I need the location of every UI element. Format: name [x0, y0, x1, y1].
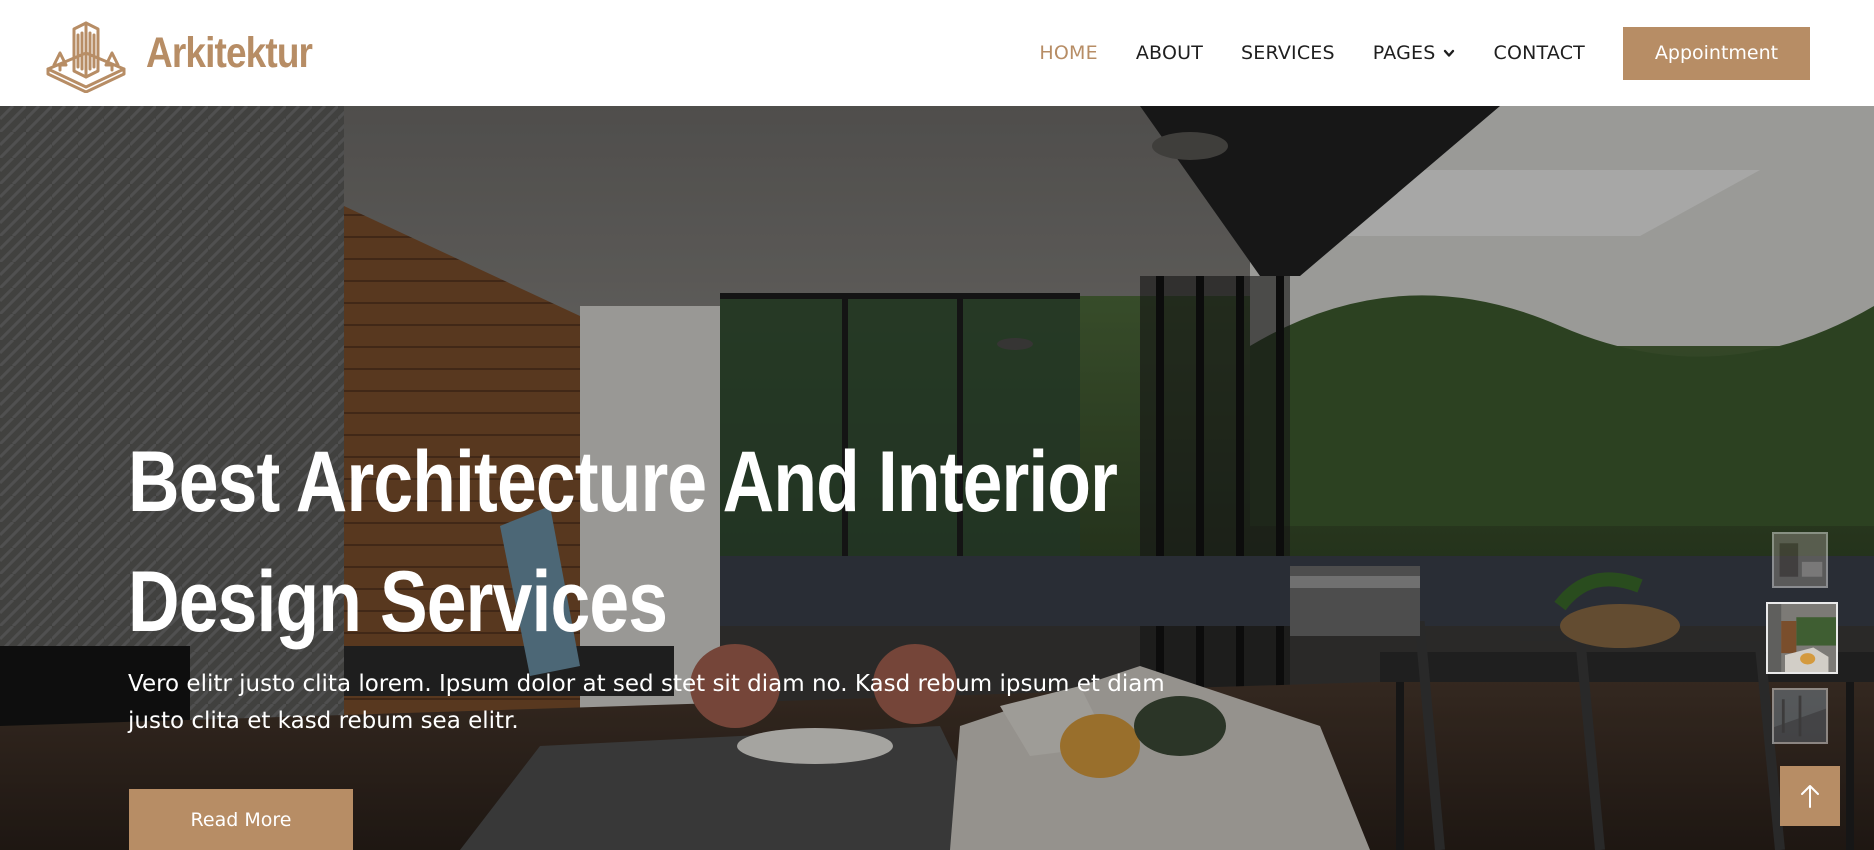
hero-title: Best Architecture And Interior Design Se… [128, 422, 1328, 662]
read-more-button[interactable]: Read More [129, 789, 353, 850]
brand-link[interactable]: Arkitektur [44, 13, 339, 93]
hero-description: Vero elitr justo clita lorem. Ipsum dolo… [128, 671, 1165, 734]
brand-name: Arkitektur [146, 28, 313, 77]
nav-home[interactable]: HOME [1039, 42, 1097, 64]
appointment-button[interactable]: Appointment [1623, 26, 1810, 80]
nav-contact[interactable]: CONTACT [1493, 42, 1585, 64]
chevron-down-icon [1444, 49, 1455, 57]
slide-thumbnail-1-image [1774, 534, 1826, 586]
hero-carousel: Best Architecture And Interior Design Se… [0, 106, 1874, 850]
slide-thumbnail-3[interactable] [1772, 688, 1828, 744]
main-nav: HOME ABOUT SERVICES PAGES CONTACT Appoin… [1039, 0, 1874, 106]
hero-title-line-1: Best Architecture And Interior [128, 434, 1118, 530]
arrow-up-icon [1801, 785, 1819, 808]
slide-thumbnail-1[interactable] [1772, 532, 1828, 588]
navbar: Arkitektur HOME ABOUT SERVICES PAGES CON… [0, 0, 1874, 106]
slide-thumbnail-2[interactable] [1766, 602, 1838, 674]
hero-title-line-2: Design Services [128, 554, 668, 650]
nav-pages-dropdown[interactable]: PAGES [1373, 42, 1456, 64]
building-icon [46, 21, 126, 93]
nav-about[interactable]: ABOUT [1136, 42, 1203, 64]
back-to-top-button[interactable] [1780, 766, 1840, 826]
nav-pages-label: PAGES [1372, 42, 1436, 64]
slide-thumbnail-2-image [1768, 604, 1836, 672]
slide-thumbnail-3-image [1774, 690, 1826, 742]
nav-services[interactable]: SERVICES [1241, 42, 1335, 64]
